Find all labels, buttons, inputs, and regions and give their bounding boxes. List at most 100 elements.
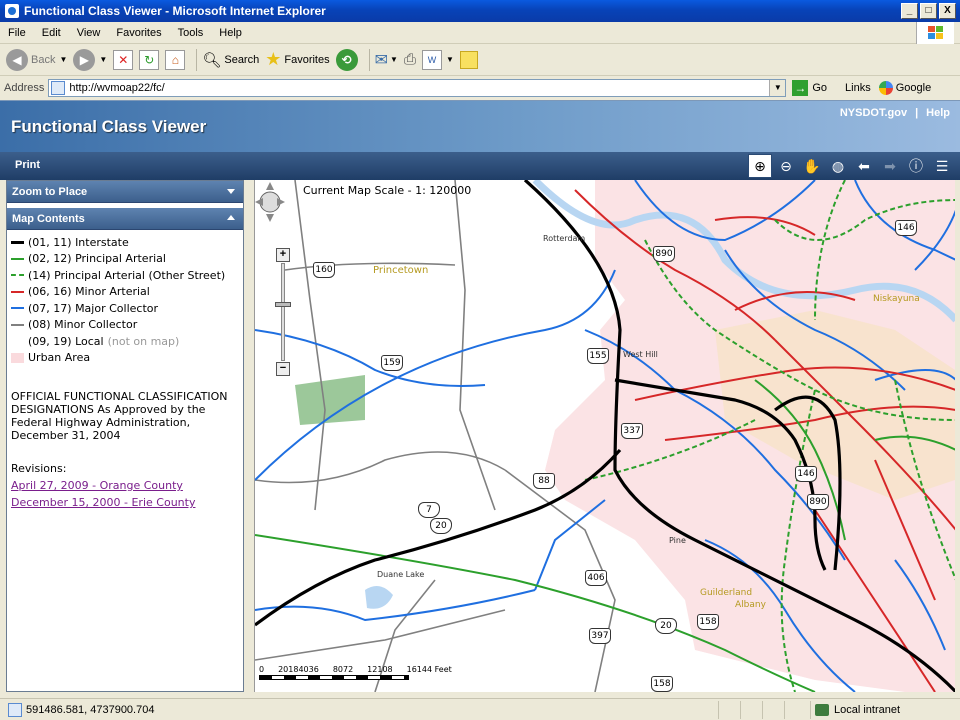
page-title: Functional Class Viewer: [11, 117, 207, 136]
menu-help[interactable]: Help: [211, 27, 250, 39]
edit-button[interactable]: W ▼: [421, 49, 454, 70]
print-link[interactable]: Print: [15, 159, 40, 171]
search-button[interactable]: 🔍︎ Search: [202, 51, 259, 69]
pan-compass-icon[interactable]: [255, 180, 285, 224]
back-button[interactable]: ◀ Back ▼: [6, 48, 67, 71]
map-scale-text: Current Map Scale - 1: 120000: [303, 184, 472, 197]
favorites-button[interactable]: ★ Favorites: [265, 49, 329, 70]
links-label[interactable]: Links: [845, 82, 871, 94]
command-bar: Print ⊕ ⊖ ✋ ◍ ⬅ ➡ ⓘ ☰: [0, 152, 960, 180]
legend-label: (01, 11) Interstate: [28, 235, 129, 249]
zoom-track[interactable]: [281, 263, 285, 361]
legend-item-urban-area: Urban Area: [11, 350, 239, 367]
favorites-label: Favorites: [284, 53, 330, 66]
route-shield: 160: [313, 262, 335, 278]
refresh-button[interactable]: ↻: [139, 49, 160, 70]
identify-info-icon[interactable]: ⓘ: [904, 154, 928, 178]
zoom-out-tool-icon[interactable]: ⊖: [774, 154, 798, 178]
mail-dropdown-icon[interactable]: ▼: [390, 55, 398, 64]
app-header: Functional Class Viewer NYSDOT.gov | Help: [0, 100, 960, 152]
revision-link-orange-county[interactable]: April 27, 2009 - Orange County: [11, 477, 239, 494]
route-shield: 88: [533, 473, 555, 489]
menu-tools[interactable]: Tools: [170, 27, 212, 39]
menu-favorites[interactable]: Favorites: [108, 27, 169, 39]
window-controls: _ □ X: [901, 3, 956, 19]
nysdot-link[interactable]: NYSDOT.gov: [840, 107, 907, 119]
full-extent-globe-icon[interactable]: ◍: [826, 154, 850, 178]
legend-swatch: [11, 257, 24, 260]
edit-dropdown-icon[interactable]: ▼: [446, 55, 454, 64]
close-button[interactable]: X: [939, 3, 956, 19]
scalebar-label: 16144 Feet: [406, 665, 452, 674]
route-shield: 155: [587, 348, 609, 364]
legend-swatch: [11, 352, 24, 363]
next-extent-icon[interactable]: ➡: [878, 154, 902, 178]
place-label: Princetown: [373, 265, 429, 276]
revision-link-erie-county[interactable]: December 15, 2000 - Erie County: [11, 494, 239, 511]
layers-icon[interactable]: ☰: [930, 154, 954, 178]
legend-label: (07, 17) Major Collector: [28, 301, 159, 315]
search-label: Search: [224, 53, 260, 66]
legend-swatch: [11, 274, 24, 277]
address-dropdown-icon[interactable]: ▼: [769, 80, 786, 96]
address-label: Address: [4, 82, 45, 94]
back-dropdown-icon[interactable]: ▼: [59, 55, 67, 64]
status-panes: [718, 700, 806, 719]
notes-button[interactable]: [459, 50, 478, 69]
legend-item-principal-arterial: (02, 12) Principal Arterial: [11, 251, 239, 268]
legend-label: (09, 19) Local: [28, 334, 104, 348]
zoom-to-place-header[interactable]: Zoom to Place: [7, 181, 243, 203]
legend-label: (02, 12) Principal Arterial: [28, 252, 166, 266]
address-input[interactable]: http://wvmoap22/fc/ ▼: [48, 79, 787, 97]
place-label: Duane Lake: [377, 570, 425, 579]
map-view[interactable]: Current Map Scale - 1: 120000 + − Prince…: [254, 180, 955, 692]
chevron-down-icon: [227, 189, 235, 194]
scale-bar: 0 20184036 8072 12108 16144 Feet: [259, 665, 452, 680]
maximize-button[interactable]: □: [920, 3, 937, 19]
zoom-in-tool-icon[interactable]: ⊕: [748, 154, 772, 178]
minimize-button[interactable]: _: [901, 3, 918, 19]
place-label: Pine: [669, 536, 686, 545]
previous-extent-icon[interactable]: ⬅: [852, 154, 876, 178]
status-bar: 591486.581, 4737900.704 Local intranet: [0, 698, 960, 720]
map-contents-label: Map Contents: [12, 212, 85, 225]
forward-button[interactable]: ▶ ▼: [73, 48, 107, 71]
legend-item-minor-arterial: (06, 16) Minor Arterial: [11, 284, 239, 301]
pan-hand-tool-icon[interactable]: ✋: [800, 154, 824, 178]
zoom-thumb[interactable]: [275, 302, 291, 307]
legend-item-major-collector: (07, 17) Major Collector: [11, 300, 239, 317]
zoom-in-button[interactable]: +: [276, 248, 290, 262]
page-icon: [51, 81, 66, 95]
route-shield: 890: [653, 246, 675, 262]
history-icon: ⟲: [335, 48, 358, 71]
legend-swatch: [11, 307, 24, 310]
mail-button[interactable]: ✉ ▼: [375, 50, 398, 70]
go-button[interactable]: → Go: [792, 80, 827, 96]
route-shield: 20: [430, 518, 452, 534]
google-link[interactable]: Google: [896, 82, 931, 94]
stop-button[interactable]: ✕: [113, 49, 134, 70]
revisions-section: Revisions: April 27, 2009 - Orange Count…: [7, 442, 243, 511]
forward-dropdown-icon[interactable]: ▼: [99, 55, 107, 64]
scalebar-label: 8072: [332, 665, 354, 674]
mail-icon: ✉: [374, 51, 389, 69]
zoom-slider[interactable]: + −: [275, 248, 291, 376]
help-link[interactable]: Help: [926, 107, 950, 119]
word-icon: W: [421, 49, 442, 70]
home-button[interactable]: ⌂: [165, 49, 186, 70]
legend-label: (14) Principal Arterial (Other Street): [28, 268, 226, 282]
history-button[interactable]: ⟲: [335, 48, 358, 71]
menu-view[interactable]: View: [69, 27, 109, 39]
menu-file[interactable]: File: [0, 27, 34, 39]
intranet-icon: [815, 703, 829, 716]
menu-edit[interactable]: Edit: [34, 27, 69, 39]
print-button[interactable]: ⎙: [404, 51, 416, 68]
toolbar-separator: [368, 48, 370, 71]
map-contents-header[interactable]: Map Contents: [7, 208, 243, 230]
zoom-out-button[interactable]: −: [276, 362, 290, 376]
printer-icon: ⎙: [403, 51, 416, 68]
legend-swatch: [11, 290, 24, 293]
forward-arrow-icon: ▶: [73, 48, 96, 71]
legend-item-principal-arterial-other: (14) Principal Arterial (Other Street): [11, 267, 239, 284]
place-label: Niskayuna: [873, 294, 920, 304]
